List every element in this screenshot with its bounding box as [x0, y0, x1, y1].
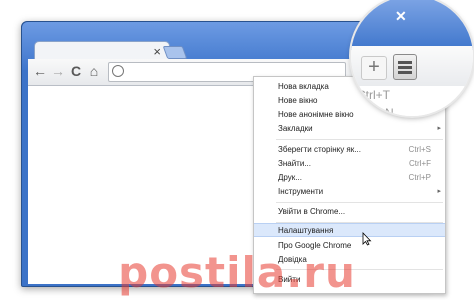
zoom-magnifier: ✕ + Ctrl+T N — [351, 0, 473, 116]
menu-item-label: Закладки — [278, 124, 313, 133]
back-icon[interactable]: ← — [32, 63, 48, 79]
new-tab-button[interactable] — [162, 46, 188, 59]
plus-icon[interactable]: + — [361, 56, 387, 80]
menu-item-exit[interactable]: Вийти — [254, 273, 445, 287]
menu-item-settings[interactable]: Налаштування — [254, 223, 445, 237]
submenu-arrow-icon: ▸ — [437, 188, 441, 195]
menu-item-print[interactable]: Друк... Ctrl+P — [254, 171, 445, 185]
menu-shortcut: N — [385, 106, 394, 116]
menu-item-label: Вийти — [278, 275, 301, 284]
menu-item-sign-in[interactable]: Увійти в Chrome... — [254, 205, 445, 219]
menu-item-label: Про Google Chrome — [278, 241, 352, 250]
page-icon — [112, 65, 124, 77]
menu-item-label: Друк... — [278, 173, 302, 182]
menu-item-label: Довідка — [278, 255, 307, 264]
tab-close-icon[interactable]: × — [153, 44, 161, 60]
chrome-menu-icon[interactable] — [393, 54, 417, 80]
menu-shortcut: Ctrl+T — [357, 88, 390, 102]
menu-shortcut: Ctrl+P — [408, 173, 431, 182]
menu-divider — [276, 202, 443, 203]
menu-item-tools[interactable]: Інструменти ▸ — [254, 185, 445, 199]
menu-item-label: Нова вкладка — [278, 82, 329, 91]
menu-item-label: Нове вікно — [278, 96, 318, 105]
mouse-cursor-icon — [362, 232, 372, 246]
menu-item-about[interactable]: Про Google Chrome — [254, 239, 445, 253]
menu-item-help[interactable]: Довідка — [254, 253, 445, 267]
menu-item-label: Знайти... — [278, 159, 311, 168]
magnified-title-bar: ✕ — [351, 0, 473, 50]
menu-item-label: Нове анонімне вікно — [278, 110, 354, 119]
forward-icon[interactable]: → — [50, 63, 66, 79]
menu-shortcut: Ctrl+S — [408, 145, 431, 154]
menu-item-bookmarks[interactable]: Закладки ▸ — [254, 122, 445, 136]
submenu-arrow-icon: ▸ — [437, 125, 441, 132]
window-close-icon[interactable]: ✕ — [395, 8, 407, 25]
menu-divider — [276, 139, 443, 140]
magnified-toolbar: + — [351, 46, 473, 87]
menu-shortcut: Ctrl+F — [409, 159, 431, 168]
menu-item-label: Зберегти сторінку як... — [278, 145, 361, 154]
menu-item-find[interactable]: Знайти... Ctrl+F — [254, 157, 445, 171]
menu-item-label: Увійти в Chrome... — [278, 207, 346, 216]
menu-item-label: Налаштування — [278, 226, 334, 235]
home-icon[interactable]: ⌂ — [86, 63, 102, 79]
menu-item-save-page[interactable]: Зберегти сторінку як... Ctrl+S — [254, 143, 445, 157]
magnified-menu: Ctrl+T N — [351, 86, 473, 116]
menu-item-label: Інструменти — [278, 187, 324, 196]
menu-divider — [276, 269, 443, 270]
reload-icon[interactable]: C — [68, 63, 84, 79]
